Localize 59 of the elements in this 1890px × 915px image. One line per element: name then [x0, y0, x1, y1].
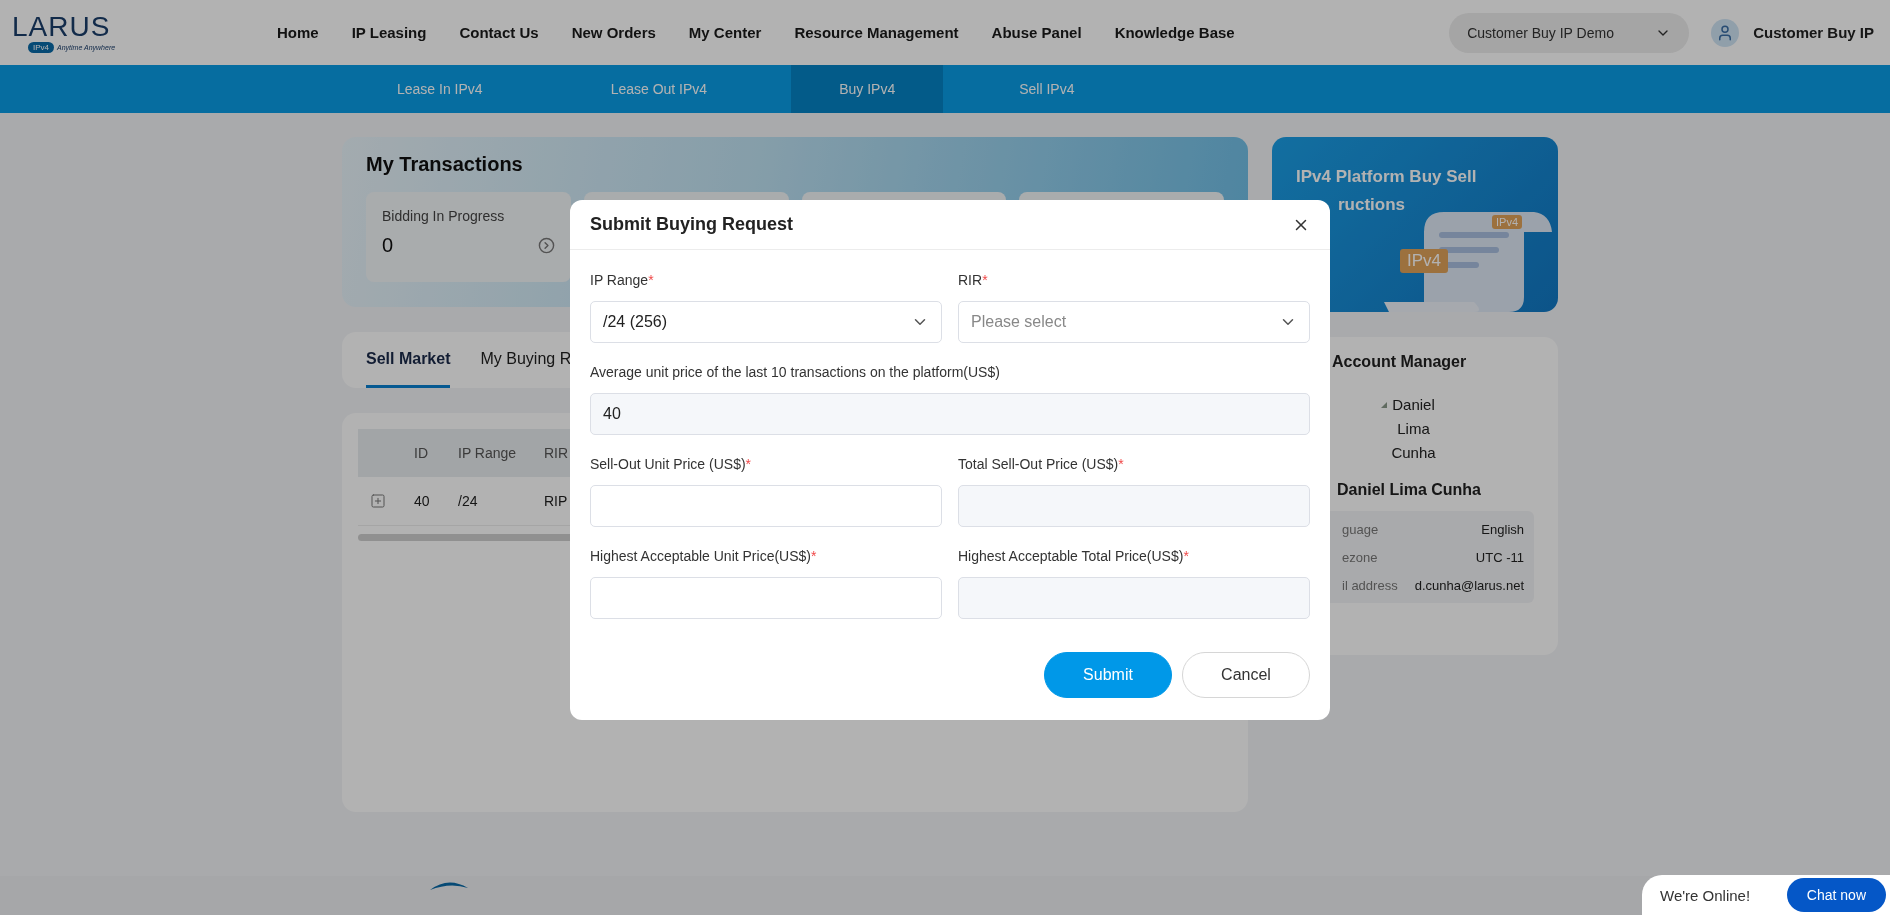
nav-link[interactable]: My Center — [688, 24, 762, 41]
ipv4-tag: IPv4 — [1492, 215, 1522, 229]
chat-now-button[interactable]: Chat now — [1786, 878, 1886, 912]
table-cell-text: RIP — [543, 493, 569, 509]
dialog-title: Submit Buying Request — [590, 214, 793, 235]
cancel-button[interactable]: Cancel — [1182, 652, 1310, 698]
nav-link[interactable]: Contact Us — [459, 24, 539, 41]
nav-link[interactable]: Resource Management — [794, 24, 959, 41]
field-label: Total Sell-Out Price (US$)* — [958, 456, 1125, 472]
section-title: My Transactions — [366, 153, 524, 176]
field-label: Average unit price of the last 10 transactions on the platform(US$) — [590, 364, 1001, 380]
card-title: Account Manager — [1332, 353, 1467, 371]
arrow-right-icon[interactable] — [537, 237, 555, 254]
nav-link[interactable]: IP Leasing — [351, 24, 427, 41]
user-name[interactable]: Customer Buy IP — [1753, 24, 1874, 41]
info-value: English — [1481, 521, 1524, 537]
logo-badge: IPv4 — [28, 42, 54, 53]
field-label: Highest Acceptable Total Price(US$)* — [958, 548, 1190, 564]
info-label: ezone — [1342, 549, 1378, 565]
expand-icon[interactable] — [370, 493, 386, 509]
market-tab[interactable]: My Buying R — [480, 332, 572, 388]
broken-image-icon — [1381, 402, 1387, 408]
nav-link[interactable]: New Orders — [571, 24, 656, 41]
input-field[interactable] — [958, 577, 1310, 619]
nav-link[interactable]: Knowledge Base — [1114, 24, 1235, 41]
nav-link[interactable]: Abuse Panel — [991, 24, 1082, 41]
input-field[interactable]: 40 — [590, 393, 1310, 435]
stat-value: 0 — [382, 234, 394, 257]
sub-nav-tab[interactable]: Buy IPv4 — [791, 65, 944, 113]
table-cell-text: /24 — [457, 493, 479, 509]
avatar-alt-text: Daniel Lima Cunha — [1390, 395, 1437, 463]
manager-name: Daniel Lima Cunha — [1337, 481, 1481, 499]
stat-label: Bidding In Progress — [382, 208, 506, 224]
info-value: d.cunha@larus.net — [1414, 577, 1524, 593]
logo-text: LARUS — [12, 12, 112, 42]
market-tab[interactable]: Sell Market — [366, 332, 451, 388]
select-field[interactable]: Please select — [958, 301, 1310, 343]
banner-title: IPv4 Platform Buy Sell — [1296, 166, 1478, 188]
column-header: ID — [413, 445, 429, 461]
column-header: IP Range — [457, 445, 518, 461]
field-label: IP Range* — [590, 272, 655, 288]
input-field[interactable] — [958, 485, 1310, 527]
field-label: Highest Acceptable Unit Price(US$)* — [590, 548, 818, 564]
select-field[interactable]: /24 (256) — [590, 301, 942, 343]
ipv4-tag: IPv4 — [1400, 249, 1449, 273]
banner-title: ructions — [1337, 194, 1407, 216]
field-label: Sell-Out Unit Price (US$)* — [590, 456, 753, 472]
info-label: guage — [1342, 521, 1379, 537]
info-value: UTC -11 — [1475, 549, 1524, 565]
input-field[interactable] — [590, 577, 942, 619]
input-field[interactable] — [590, 485, 942, 527]
chat-status: We're Online! — [1660, 886, 1751, 904]
field-label: RIR* — [958, 272, 989, 288]
user-avatar-icon[interactable] — [1711, 18, 1740, 47]
account-dropdown[interactable]: Customer Buy IP Demo — [1449, 12, 1690, 53]
info-label: il address — [1342, 577, 1398, 593]
table-cell-text: 40 — [413, 493, 431, 509]
nav-link[interactable]: Home — [277, 24, 319, 41]
column-header: RIR — [543, 445, 570, 461]
